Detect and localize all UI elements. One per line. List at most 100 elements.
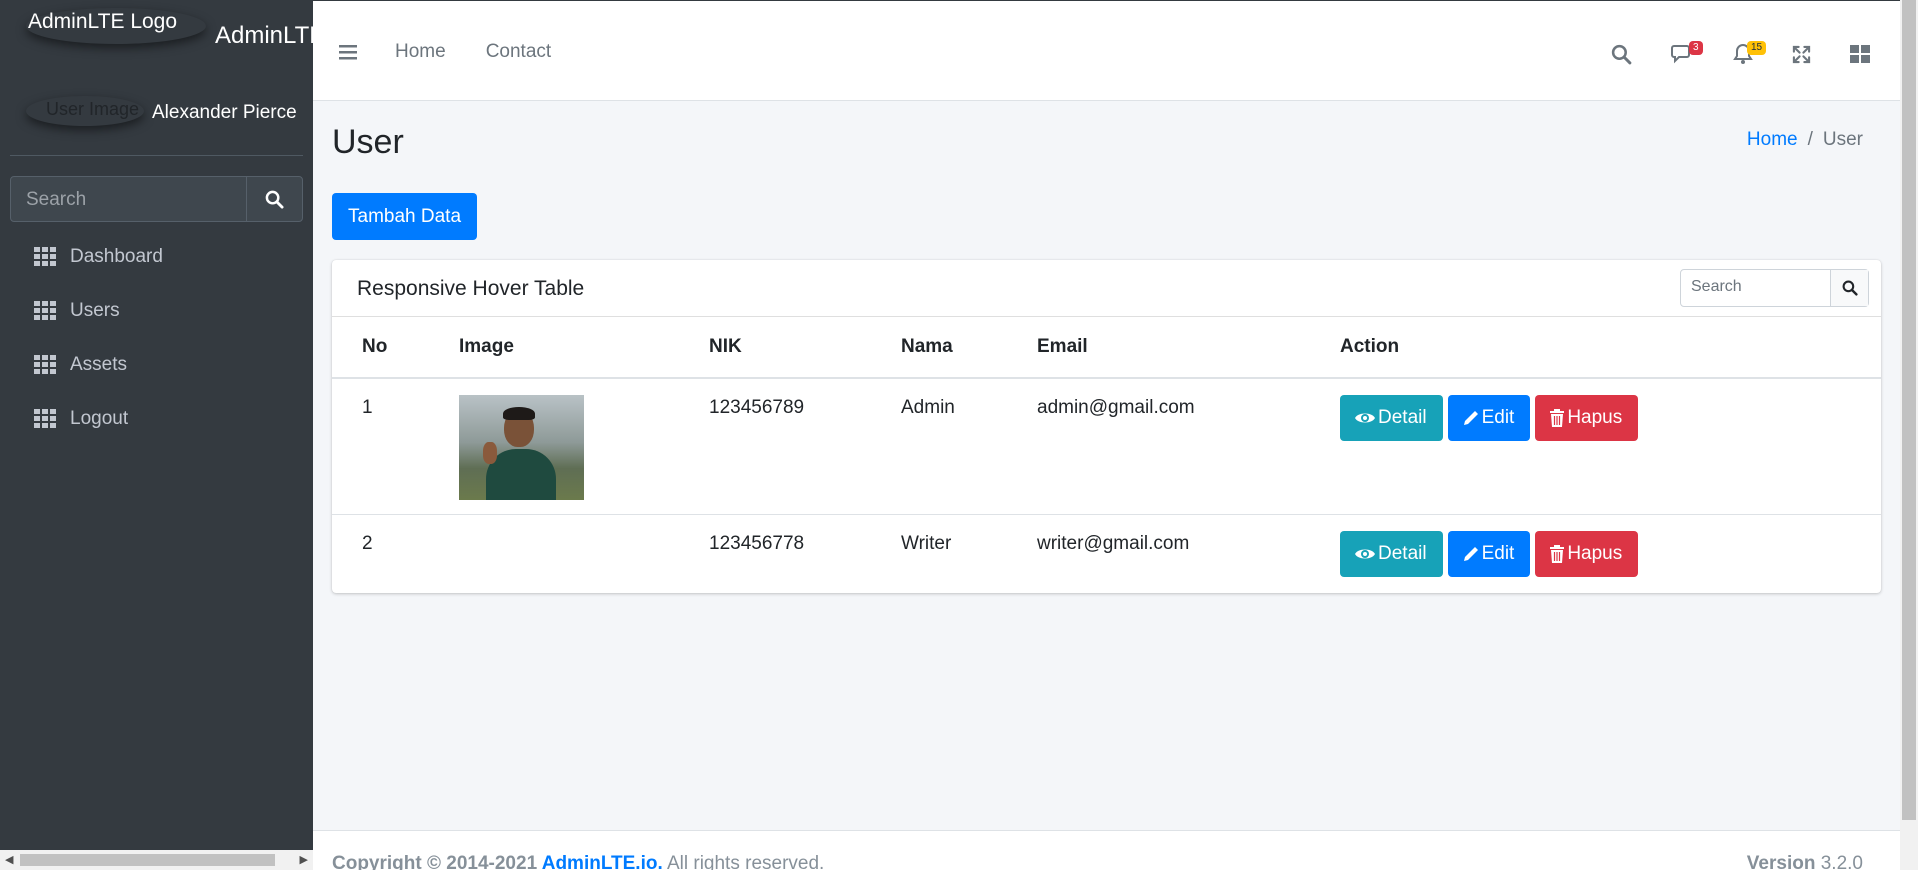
search-icon[interactable] — [1611, 44, 1632, 65]
sidebar-item-dashboard[interactable]: Dashboard — [10, 230, 303, 284]
top-navbar: Home Contact 3 15 — [313, 0, 1900, 101]
footer-version: Version 3.2.0 — [1747, 853, 1863, 870]
card-title: Responsive Hover Table — [357, 277, 585, 300]
scroll-right-arrow-icon[interactable]: ▶ — [300, 853, 308, 866]
column-header-action: Action — [1310, 317, 1881, 379]
scrollbar-thumb[interactable] — [1902, 0, 1916, 820]
version-number: 3.2.0 — [1820, 853, 1863, 870]
table-search-button[interactable] — [1830, 270, 1868, 306]
breadcrumb: Home / User — [1747, 129, 1863, 151]
scroll-left-arrow-icon[interactable]: ◀ — [5, 853, 13, 866]
breadcrumb-current: User — [1822, 129, 1863, 150]
table-search: Search — [1680, 269, 1869, 307]
page-title: User — [332, 123, 404, 161]
user-photo — [459, 395, 584, 500]
messages-count-badge: 3 — [1689, 41, 1703, 55]
sidebar-item-label: Assets — [70, 354, 128, 375]
users-table-card: Responsive Hover Table Search No Image N… — [332, 260, 1881, 593]
grid-icon — [34, 247, 56, 266]
cell-nama: Writer — [871, 513, 1007, 591]
sidebar-item-label: Users — [70, 300, 120, 321]
edit-button[interactable]: Edit — [1447, 395, 1531, 441]
edit-button[interactable]: Edit — [1447, 530, 1531, 577]
brand-link[interactable]: AdminLTE Logo AdminLTE 3 — [0, 0, 345, 70]
sidebar-search-input[interactable]: Search — [11, 177, 246, 221]
footer-link[interactable]: AdminLTE.io. — [542, 853, 663, 870]
search-icon — [265, 190, 284, 209]
nav-link-contact[interactable]: Contact — [486, 41, 551, 63]
delete-label: Hapus — [1567, 407, 1623, 428]
cell-nik: 123456789 — [679, 377, 871, 514]
cell-action: Detail Edit Hapus — [1310, 513, 1881, 591]
column-header-email: Email — [1007, 317, 1310, 379]
scrollbar-thumb[interactable] — [20, 854, 275, 866]
pencil-icon — [1463, 411, 1478, 425]
table-header-row: No Image NIK Nama Email Action — [332, 317, 1881, 379]
trash-icon — [1550, 409, 1565, 427]
sidebar-nav: Dashboard Users Assets Logout — [10, 230, 303, 446]
column-header-nik: NIK — [679, 317, 871, 379]
nav-link-home[interactable]: Home — [395, 41, 446, 63]
sidebar-item-label: Dashboard — [70, 246, 163, 267]
delete-button[interactable]: Hapus — [1535, 530, 1639, 577]
user-panel: User Image Alexander Pierce — [10, 70, 303, 156]
breadcrumb-separator: / — [1807, 129, 1813, 150]
detail-button[interactable]: Detail — [1340, 395, 1443, 441]
sidebar-search-button[interactable] — [246, 177, 302, 221]
search-icon — [1842, 280, 1858, 296]
hamburger-menu-icon[interactable] — [339, 44, 357, 60]
table-row[interactable]: 2 123456778 Writer writer@gmail.com Deta… — [332, 513, 1881, 591]
column-header-no: No — [332, 317, 429, 379]
grid-icon — [34, 301, 56, 320]
column-header-image: Image — [429, 317, 679, 379]
notifications-dropdown[interactable]: 15 — [1733, 41, 1773, 73]
table-row[interactable]: 1 123456789 Admin admin@gmail.com Detail… — [332, 377, 1881, 514]
version-label: Version — [1746, 853, 1816, 870]
sidebar-item-logout[interactable]: Logout — [10, 392, 303, 446]
users-table: No Image NIK Nama Email Action 1 1234567… — [332, 317, 1881, 591]
cell-image — [429, 513, 679, 591]
page-vertical-scrollbar[interactable] — [1900, 0, 1918, 870]
messages-dropdown[interactable]: 3 — [1671, 41, 1711, 73]
detail-label: Detail — [1378, 542, 1427, 564]
trash-icon — [1550, 544, 1565, 563]
content-header: User Home / User — [313, 101, 1900, 191]
cell-no: 2 — [332, 513, 429, 591]
fullscreen-icon[interactable] — [1792, 45, 1811, 64]
user-image: User Image — [26, 96, 144, 126]
sidebar-search: Search — [10, 176, 303, 222]
notifications-count-badge: 15 — [1747, 41, 1767, 55]
cell-action: Detail Edit Hapus — [1310, 377, 1881, 514]
table-search-input[interactable]: Search — [1681, 270, 1830, 306]
rights-text: All rights reserved. — [662, 853, 825, 870]
edit-label: Edit — [1481, 407, 1515, 428]
breadcrumb-home-link[interactable]: Home — [1747, 129, 1798, 151]
brand-logo-alt: AdminLTE Logo — [28, 10, 178, 33]
delete-label: Hapus — [1567, 542, 1623, 564]
copyright-text: Copyright © 2014-2021 — [332, 853, 542, 870]
cell-email: writer@gmail.com — [1007, 513, 1310, 591]
detail-button[interactable]: Detail — [1340, 530, 1443, 577]
cell-no: 1 — [332, 377, 429, 514]
navbar-left: Home Contact — [339, 41, 591, 63]
grid-icon — [34, 355, 56, 374]
sidebar-item-users[interactable]: Users — [10, 284, 303, 338]
delete-button[interactable]: Hapus — [1535, 395, 1639, 441]
cell-nik: 123456778 — [679, 513, 871, 591]
eye-icon — [1355, 413, 1375, 423]
cell-email: admin@gmail.com — [1007, 377, 1310, 514]
sidebar-item-label: Logout — [70, 408, 129, 429]
sidebar-horizontal-scrollbar[interactable]: ◀ ▶ — [0, 850, 313, 870]
pencil-icon — [1463, 546, 1478, 561]
edit-label: Edit — [1481, 542, 1515, 564]
add-data-button[interactable]: Tambah Data — [332, 193, 478, 240]
eye-icon — [1355, 549, 1375, 558]
control-sidebar-icon[interactable] — [1850, 45, 1870, 64]
grid-icon — [34, 409, 56, 428]
sidebar-item-assets[interactable]: Assets — [10, 338, 303, 392]
main-sidebar: AdminLTE Logo AdminLTE 3 User Image Alex… — [0, 0, 345, 870]
detail-label: Detail — [1378, 407, 1427, 428]
user-name-link[interactable]: Alexander Pierce — [152, 102, 297, 124]
cell-image — [429, 377, 679, 514]
cell-nama: Admin — [871, 377, 1007, 514]
